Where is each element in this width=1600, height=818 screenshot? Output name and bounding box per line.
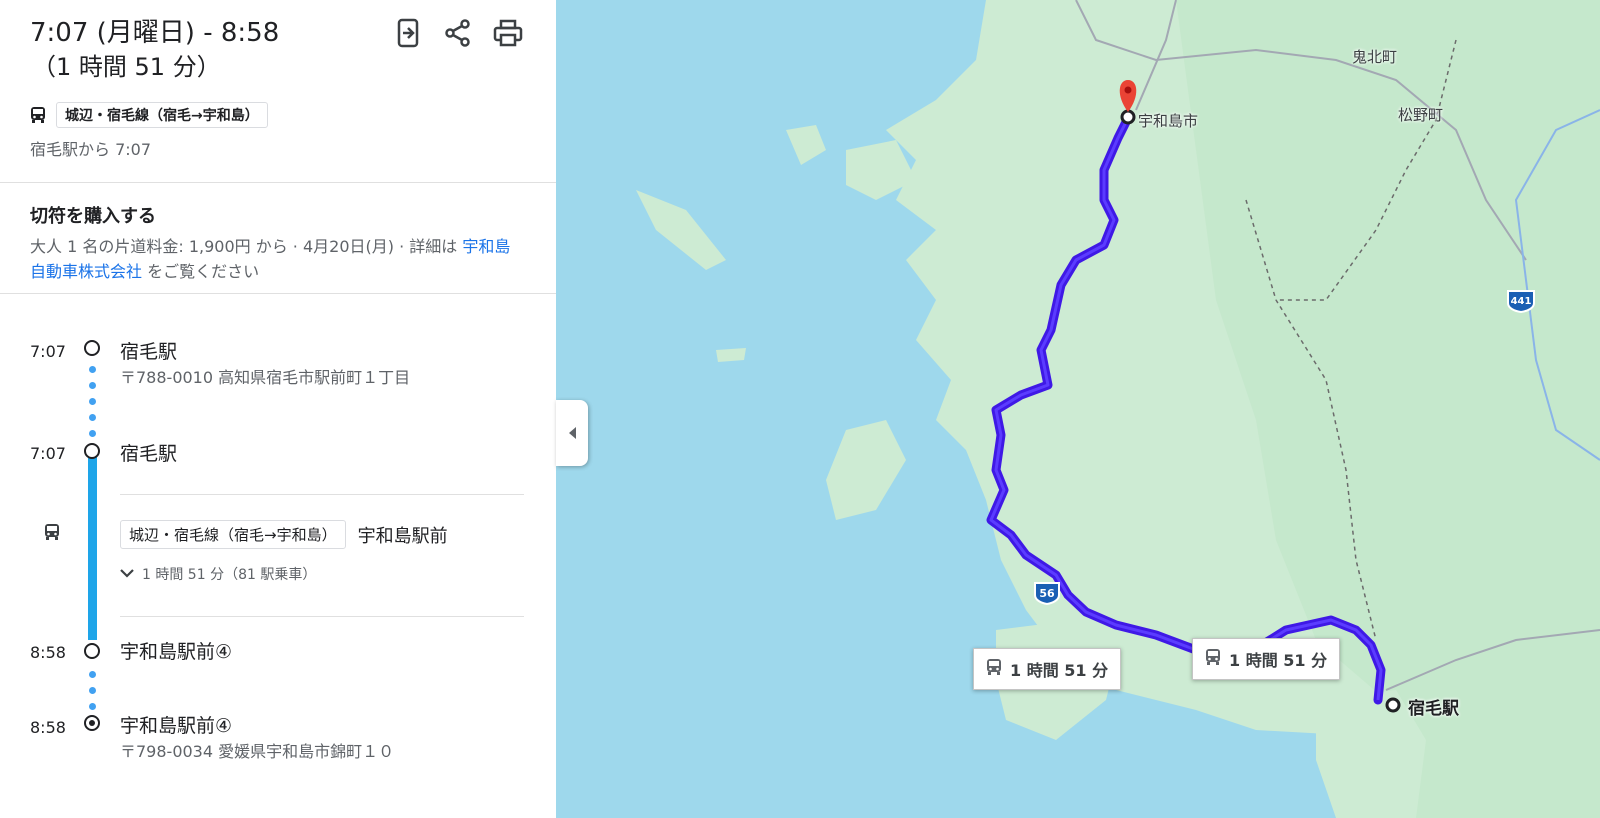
stop-name[interactable]: 宿毛駅 — [120, 439, 177, 466]
walk-dot — [89, 430, 96, 437]
fare-text-after: をご覧ください — [142, 262, 260, 281]
map-view[interactable]: 鬼北町 松野町 宇和島市 宿毛駅 56 441 1 時間 51 分 1 時間 5… — [556, 0, 1600, 818]
island — [636, 190, 726, 270]
walk-dot — [89, 398, 96, 405]
ticket-fare-text: 大人 1 名の片道料金: 1,900円 から · 4月20日(月) · 詳細は … — [30, 234, 526, 284]
bus-icon — [1205, 648, 1221, 670]
route-chip: 城辺・宿毛線（宿毛→宇和島） — [56, 102, 268, 128]
stop-name[interactable]: 宇和島駅前④ — [120, 711, 232, 738]
walk-dot — [89, 366, 96, 373]
tooltip-duration: 1 時間 51 分 — [1229, 651, 1328, 670]
stop-name[interactable]: 宿毛駅 — [120, 337, 177, 364]
route-duration-tooltip[interactable]: 1 時間 51 分 — [1192, 638, 1341, 680]
transit-leg: 城辺・宿毛線（宿毛→宇和島） 宇和島駅前 — [120, 520, 448, 549]
ticket-section: 切符を購入する 大人 1 名の片道料金: 1,900円 から · 4月20日(月… — [30, 204, 526, 284]
map-label-sukumo: 宿毛駅 — [1408, 699, 1459, 719]
walk-dot — [89, 414, 96, 421]
divider — [120, 616, 524, 617]
island — [786, 125, 826, 165]
trip-header: 7:07 (月曜日) - 8:58 （1 時間 51 分） — [30, 16, 279, 84]
bus-icon — [986, 658, 1002, 680]
bus-icon — [30, 106, 46, 124]
directions-panel: 7:07 (月曜日) - 8:58 （1 時間 51 分） 城辺・宿毛線（宿毛→… — [0, 0, 556, 818]
fare-text: 大人 1 名の片道料金: 1,900円 から · 4月20日(月) · 詳細は — [30, 237, 463, 256]
map-label-matsuno: 松野町 — [1398, 106, 1444, 124]
print-icon[interactable] — [492, 16, 524, 50]
step-time: 8:58 — [30, 718, 66, 737]
leg-route-chip: 城辺・宿毛線（宿毛→宇和島） — [120, 520, 346, 549]
route-shield-441: 441 — [1506, 288, 1536, 314]
walk-dot — [89, 687, 96, 694]
leg-destination: 宇和島駅前 — [357, 525, 448, 547]
leg-details-toggle[interactable]: 1 時間 51 分（81 駅乗車） — [120, 564, 316, 584]
pin-center — [1124, 86, 1132, 94]
share-icon[interactable] — [442, 16, 474, 50]
map-label-kihoku: 鬼北町 — [1352, 48, 1398, 66]
ticket-title: 切符を購入する — [30, 206, 156, 227]
send-to-phone-icon[interactable] — [392, 16, 424, 50]
collapse-panel-button[interactable] — [556, 400, 588, 466]
stop-marker — [84, 340, 100, 356]
bus-icon — [44, 523, 60, 541]
step-time: 8:58 — [30, 643, 66, 662]
shield-441-label: 441 — [1510, 295, 1532, 307]
destination-marker — [84, 715, 100, 731]
leg-detail-text: 1 時間 51 分（81 駅乗車） — [142, 567, 317, 583]
caret-left-icon — [568, 427, 576, 439]
walk-dot — [89, 703, 96, 710]
shield-56-label: 56 — [1039, 586, 1055, 600]
tooltip-duration: 1 時間 51 分 — [1010, 661, 1109, 680]
map-label-uwajima: 宇和島市 — [1138, 112, 1199, 130]
island — [826, 420, 906, 520]
route-shield-56: 56 — [1032, 580, 1062, 606]
trip-duration: （1 時間 51 分） — [32, 53, 221, 81]
stop-marker — [84, 643, 100, 659]
chevron-down-icon — [120, 566, 134, 582]
walk-dot — [89, 671, 96, 678]
header-actions — [392, 16, 524, 50]
step-time: 7:07 — [30, 342, 66, 361]
island — [716, 348, 746, 362]
departure-info: 宿毛駅から 7:07 — [30, 140, 152, 159]
origin-marker[interactable] — [1120, 109, 1136, 125]
divider — [120, 494, 524, 495]
route-summary: 城辺・宿毛線（宿毛→宇和島） — [30, 102, 268, 128]
route-duration-tooltip[interactable]: 1 時間 51 分 — [973, 648, 1122, 690]
stop-address: 〒788-0010 高知県宿毛市駅前町１丁目 — [120, 368, 411, 387]
divider — [0, 182, 556, 183]
trip-time-range: 7:07 (月曜日) - 8:58 — [30, 18, 280, 48]
step-time: 7:07 — [30, 444, 66, 463]
stop-name[interactable]: 宇和島駅前④ — [120, 637, 232, 664]
transit-line — [88, 452, 97, 640]
start-marker[interactable] — [1385, 697, 1401, 713]
stop-address: 〒798-0034 愛媛県宇和島市錦町１０ — [120, 742, 395, 761]
divider — [0, 293, 556, 294]
stop-marker — [84, 443, 100, 459]
walk-dot — [89, 382, 96, 389]
